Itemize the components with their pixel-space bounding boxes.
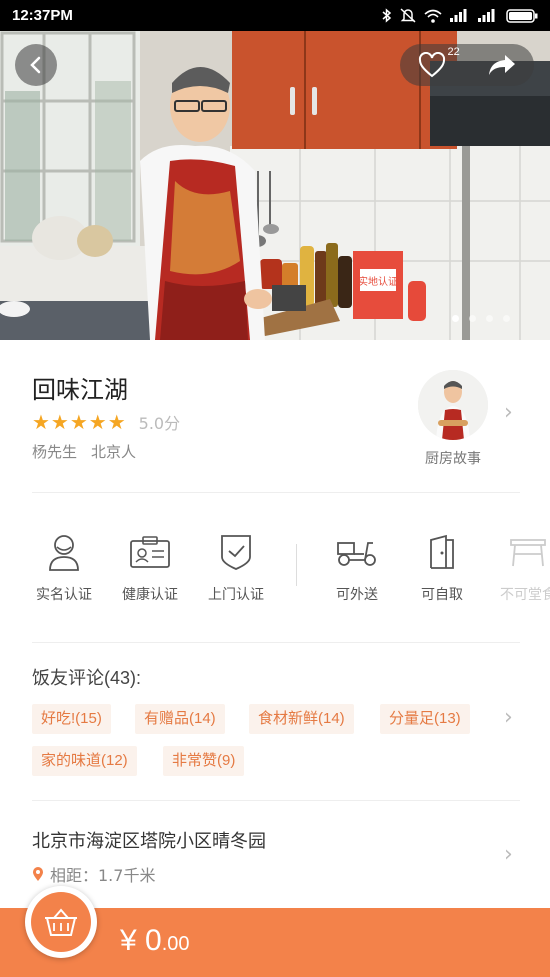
review-tag[interactable]: 分量足(13) — [380, 704, 470, 734]
badge-pickup: 可自取 — [398, 532, 486, 604]
review-tag[interactable]: 好吃!(15) — [32, 704, 111, 734]
chevron-left-icon — [30, 56, 41, 74]
star-rating: ★★★★★ — [32, 410, 127, 434]
shop-name: 回味江湖 — [32, 376, 128, 404]
badges-separator — [296, 544, 297, 586]
chevron-right-icon[interactable]: › — [504, 705, 513, 730]
like-count: 22 — [447, 46, 460, 58]
badge-label: 不可堂食 — [500, 587, 550, 603]
cart-icon-wrap — [31, 892, 91, 952]
address-text: 北京市海淀区塔院小区晴冬园 — [32, 831, 266, 852]
battery-icon — [506, 8, 538, 23]
table-icon — [510, 539, 546, 567]
hero-carousel[interactable]: 实地认证 22 — [0, 31, 550, 340]
favorite-button[interactable]: 22 — [418, 46, 460, 78]
distance-row: 相距：1.7千米 — [32, 862, 155, 886]
badge-label: 实名认证 — [36, 587, 92, 603]
owner-name: 杨先生 — [32, 443, 78, 461]
badge-real-name: 实名认证 — [20, 532, 108, 604]
chef-avatar-image — [418, 370, 488, 440]
kitchen-story-label: 厨房故事 — [425, 451, 481, 467]
divider — [32, 642, 520, 643]
price-decimal: .00 — [161, 933, 190, 955]
carousel-dot[interactable] — [503, 315, 510, 322]
hero-actions: 22 — [400, 44, 534, 86]
badge-label: 可外送 — [336, 587, 378, 603]
badge-label: 可自取 — [421, 587, 463, 603]
scooter-icon — [337, 542, 376, 566]
price-main: ¥ 0 — [120, 924, 162, 957]
location-pin-icon — [33, 867, 43, 881]
badge-dine-in: 不可堂食 — [484, 532, 550, 604]
id-card-icon — [130, 536, 170, 568]
share-button[interactable] — [487, 53, 517, 77]
kitchen-story-link[interactable]: 厨房故事 — [415, 370, 491, 468]
chevron-right-icon: › — [504, 400, 513, 425]
review-tag[interactable]: 食材新鲜(14) — [249, 704, 354, 734]
owner-row: 杨先生 北京人 — [32, 441, 136, 462]
owner-origin: 北京人 — [91, 443, 137, 461]
door-icon — [430, 534, 454, 569]
badge-home-visit: 上门认证 — [192, 532, 280, 604]
heart-icon — [418, 52, 445, 78]
divider — [32, 800, 520, 801]
bag-overlay-text: 实地认证 — [358, 275, 398, 288]
chevron-right-icon[interactable]: › — [504, 842, 513, 867]
basket-icon — [45, 908, 77, 936]
badge-label: 健康认证 — [122, 587, 178, 603]
reviews-title: 饭友评论(43): — [32, 668, 142, 688]
cart-button[interactable] — [25, 886, 97, 958]
wifi-icon — [424, 9, 442, 23]
review-tag[interactable]: 家的味道(12) — [32, 746, 137, 776]
carousel-dot[interactable] — [486, 315, 493, 322]
signal-icon — [450, 9, 467, 22]
divider — [32, 492, 520, 493]
bluetooth-icon — [382, 8, 392, 23]
signal-icon-2 — [478, 9, 495, 22]
badge-label: 上门认证 — [208, 587, 264, 603]
badge-health: 健康认证 — [106, 532, 194, 604]
chef-avatar — [418, 370, 488, 440]
review-tag[interactable]: 有赠品(14) — [135, 704, 225, 734]
mute-icon — [400, 8, 416, 23]
share-arrow-icon — [488, 55, 515, 75]
shop-info: 回味江湖 ★★★★★ 5.0分 杨先生 北京人 厨房故事 › — [32, 362, 520, 492]
rating-row: ★★★★★ 5.0分 — [32, 410, 180, 434]
carousel-dot[interactable] — [469, 315, 476, 322]
badge-delivery: 可外送 — [313, 532, 401, 604]
rating-score: 5.0分 — [138, 414, 181, 433]
cart-total: ¥ 0.00 — [120, 924, 190, 958]
shield-check-icon — [221, 535, 251, 570]
status-bar: 12:37PM — [0, 0, 550, 31]
person-icon — [49, 535, 79, 571]
review-tag[interactable]: 非常赞(9) — [163, 746, 245, 776]
carousel-indicator — [452, 315, 510, 322]
status-icons — [382, 8, 538, 23]
distance-text: 相距：1.7千米 — [50, 866, 156, 885]
carousel-dot[interactable] — [452, 315, 459, 322]
back-button[interactable] — [15, 44, 57, 86]
status-time: 12:37PM — [12, 7, 73, 24]
service-badges: 实名认证 健康认证 上门认证 可外送 可自取 不可堂食 — [0, 532, 550, 612]
